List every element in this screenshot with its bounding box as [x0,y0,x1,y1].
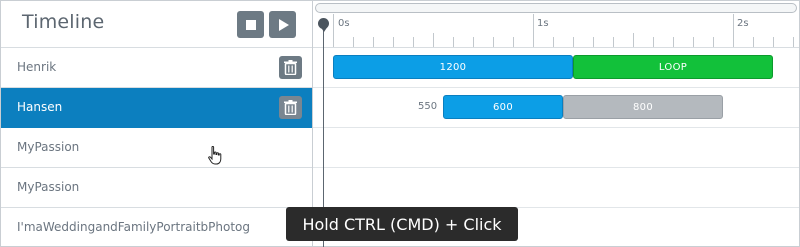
segment-henrik-duration[interactable]: 1200 [333,55,573,79]
timeline-app: Timeline Henrik Hansen MyPassion MyPassi… [0,0,800,247]
horizontal-scrollbar[interactable] [315,3,797,13]
ruler-tick [573,37,574,47]
segment-henrik-loop[interactable]: LOOP [573,55,773,79]
layer-label: I'maWeddingandFamilyPortraitbPhotog [17,220,250,234]
ruler-tick [453,37,454,47]
delete-layer-button[interactable] [279,56,302,79]
play-icon [278,18,289,31]
play-button[interactable] [269,11,296,38]
layer-label: Henrik [17,60,57,74]
ruler-tick [773,37,774,47]
ruler-tick [593,37,594,47]
layer-label: MyPassion [17,180,80,194]
segment-hansen-duration[interactable]: 600 [443,95,563,119]
delete-layer-button[interactable] [279,96,302,119]
stop-button[interactable] [237,11,264,38]
ruler-label-0s: 0s [338,18,350,29]
ruler-tick [493,37,494,47]
ruler-tick [533,14,534,47]
layer-row-henrik[interactable]: Henrik [1,48,312,88]
ruler-tick [613,37,614,47]
ruler-tick [693,37,694,47]
layer-label: MyPassion [17,140,80,154]
segment-hansen-gray[interactable]: 800 [563,95,723,119]
layer-row-wedding-photog[interactable]: I'maWeddingandFamilyPortraitbPhotog [1,208,312,247]
ruler-tick [373,37,374,47]
time-ruler[interactable]: 0s 1s 2s [313,14,799,48]
ruler-tick [393,37,394,47]
ruler-label-2s: 2s [737,18,749,29]
ruler-tick [473,37,474,47]
segment-hansen-delay: 550 [418,101,438,112]
layer-panel: Timeline Henrik Hansen MyPassion MyPassi… [1,1,313,246]
ruler-tick [673,37,674,47]
ruler-tick [713,37,714,47]
layer-label: Hansen [17,100,63,114]
ruler-tick [553,37,554,47]
tooltip: Hold CTRL (CMD) + Click [286,207,518,241]
ruler-tick [413,37,414,47]
hand-cursor-icon [208,146,222,165]
ruler-tick [653,37,654,47]
layer-row-mypassion[interactable]: MyPassion [1,128,312,168]
playhead-pointer [320,26,328,32]
timeline-title: Timeline [22,11,105,33]
ruler-tick [353,37,354,47]
track-row-mypassion-2 [313,168,799,208]
ruler-tick [433,33,434,47]
timeline-header: Timeline [1,1,312,48]
layer-row-mypassion-2[interactable]: MyPassion [1,168,312,208]
track-row-henrik: 1200 LOOP [313,48,799,88]
layer-row-hansen[interactable]: Hansen [1,88,312,128]
trash-icon [284,100,297,115]
trash-icon [284,60,297,75]
stop-icon [245,19,256,30]
ruler-tick [753,37,754,47]
ruler-label-1s: 1s [537,18,549,29]
track-row-hansen: 550 600 800 [313,88,799,128]
ruler-tick [513,37,514,47]
ruler-tick [733,14,734,47]
ruler-tick [793,37,794,47]
ruler-tick [633,33,634,47]
ruler-tick [333,14,334,47]
track-row-mypassion [313,128,799,168]
